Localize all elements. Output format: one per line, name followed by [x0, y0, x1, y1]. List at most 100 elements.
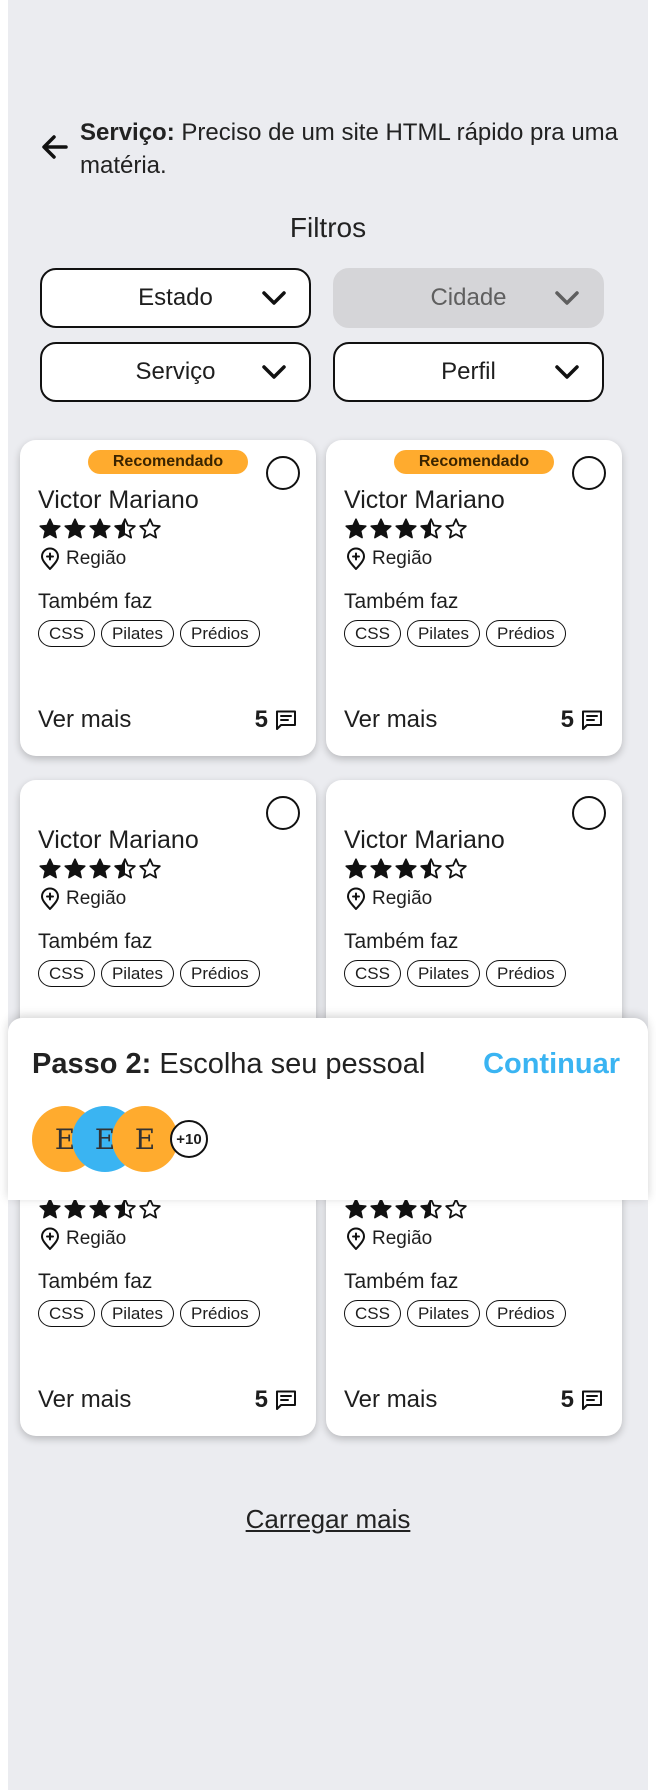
professional-card[interactable]: Recomendado Victor Mariano Região Também fa… [20, 440, 316, 756]
chevron-down-icon [262, 365, 286, 379]
location-pin-icon [347, 887, 365, 910]
star-filled-icon [345, 858, 367, 879]
service-header: Serviço: Preciso de um site HTML rápido … [40, 116, 620, 182]
star-half-icon [420, 1198, 442, 1219]
skill-tag: Prédios [486, 1300, 566, 1327]
also-does-label: Também faz [38, 1270, 153, 1293]
chevron-down-icon [555, 291, 579, 305]
star-half-icon [114, 1198, 136, 1219]
rating-stars [38, 517, 162, 543]
select-radio[interactable] [266, 456, 300, 490]
see-more-link[interactable]: Ver mais [344, 1386, 437, 1414]
star-empty-icon [445, 858, 467, 879]
skill-tag: CSS [38, 1300, 95, 1327]
star-empty-icon [139, 1198, 161, 1219]
comment-icon [582, 710, 602, 730]
load-more-link[interactable]: Carregar mais [0, 1504, 656, 1535]
rating-stars [344, 857, 468, 883]
filter-label: Perfil [441, 358, 496, 385]
region-info: Região [38, 1227, 126, 1251]
region-label: Região [372, 1228, 433, 1249]
filter-label: Estado [138, 284, 213, 311]
professionals-grid: Recomendado Victor Mariano Região Também fa… [20, 440, 622, 1436]
avatar: E [112, 1106, 178, 1172]
star-half-icon [114, 858, 136, 879]
skill-tags: CSS Pilates Prédios [344, 1300, 566, 1327]
star-filled-icon [89, 858, 111, 879]
star-filled-icon [370, 1198, 392, 1219]
skill-tag: Pilates [100, 960, 174, 987]
star-filled-icon [64, 1198, 86, 1219]
professional-name: Victor Mariano [344, 486, 505, 514]
skill-tag: Prédios [180, 620, 260, 647]
more-people-badge: +10 [170, 1120, 208, 1158]
professional-name: Victor Mariano [344, 826, 505, 854]
professional-name: Victor Mariano [38, 486, 199, 514]
select-radio[interactable] [572, 796, 606, 830]
comments-count-value: 5 [560, 706, 574, 733]
location-pin-icon [347, 547, 365, 570]
back-button[interactable] [40, 130, 70, 164]
filter-label: Cidade [430, 284, 507, 311]
skill-tags: CSS Pilates Prédios [344, 960, 566, 987]
comments-count[interactable]: 5 [255, 1386, 298, 1414]
star-filled-icon [395, 518, 417, 539]
star-empty-icon [445, 1198, 467, 1219]
comment-icon [276, 1390, 296, 1410]
professional-card[interactable]: Recomendado Victor Mariano Região Também fa… [326, 440, 622, 756]
star-filled-icon [64, 858, 86, 879]
skill-tag: Prédios [180, 960, 260, 987]
skill-tag: CSS [38, 960, 95, 987]
rating-stars [344, 517, 468, 543]
service-description: Serviço: Preciso de um site HTML rápido … [80, 116, 620, 182]
see-more-link[interactable]: Ver mais [344, 706, 437, 734]
comments-count[interactable]: 5 [255, 706, 298, 734]
region-info: Região [38, 887, 126, 911]
see-more-link[interactable]: Ver mais [38, 1386, 131, 1414]
professional-name: Victor Mariano [38, 826, 199, 854]
comments-count-value: 5 [254, 706, 268, 733]
arrow-left-icon [42, 135, 68, 159]
chevron-down-icon [555, 365, 579, 379]
skill-tag: Prédios [486, 960, 566, 987]
select-radio[interactable] [572, 456, 606, 490]
also-does-label: Também faz [38, 590, 153, 613]
star-filled-icon [370, 518, 392, 539]
location-pin-icon [41, 1227, 59, 1250]
filter-label: Serviço [135, 358, 216, 385]
continue-button[interactable]: Continuar [483, 1048, 620, 1081]
star-half-icon [114, 518, 136, 539]
star-filled-icon [89, 518, 111, 539]
see-more-link[interactable]: Ver mais [38, 706, 131, 734]
skill-tags: CSS Pilates Prédios [38, 1300, 260, 1327]
star-empty-icon [139, 518, 161, 539]
region-info: Região [38, 547, 126, 571]
rating-stars [38, 1197, 162, 1223]
comments-count[interactable]: 5 [561, 706, 604, 734]
star-half-icon [420, 518, 442, 539]
skill-tag: CSS [38, 620, 95, 647]
filters-grid: Estado Cidade Serviço Perfil [40, 268, 604, 402]
filter-estado-select[interactable]: Estado [40, 268, 311, 328]
chevron-down-icon [262, 291, 286, 305]
region-info: Região [344, 1227, 432, 1251]
comments-count[interactable]: 5 [561, 1386, 604, 1414]
location-pin-icon [41, 887, 59, 910]
star-filled-icon [395, 1198, 417, 1219]
region-label: Região [372, 888, 433, 909]
region-label: Região [372, 548, 433, 569]
skill-tag: Pilates [100, 1300, 174, 1327]
filter-cidade-select: Cidade [333, 268, 604, 328]
filter-perfil-select[interactable]: Perfil [333, 342, 604, 402]
star-filled-icon [39, 518, 61, 539]
also-does-label: Também faz [344, 930, 459, 953]
skill-tag: Pilates [406, 1300, 480, 1327]
select-radio[interactable] [266, 796, 300, 830]
star-filled-icon [345, 1198, 367, 1219]
star-filled-icon [345, 518, 367, 539]
region-info: Região [344, 887, 432, 911]
star-filled-icon [395, 858, 417, 879]
filter-servico-select[interactable]: Serviço [40, 342, 311, 402]
skill-tag: CSS [344, 960, 401, 987]
region-label: Região [66, 1228, 127, 1249]
